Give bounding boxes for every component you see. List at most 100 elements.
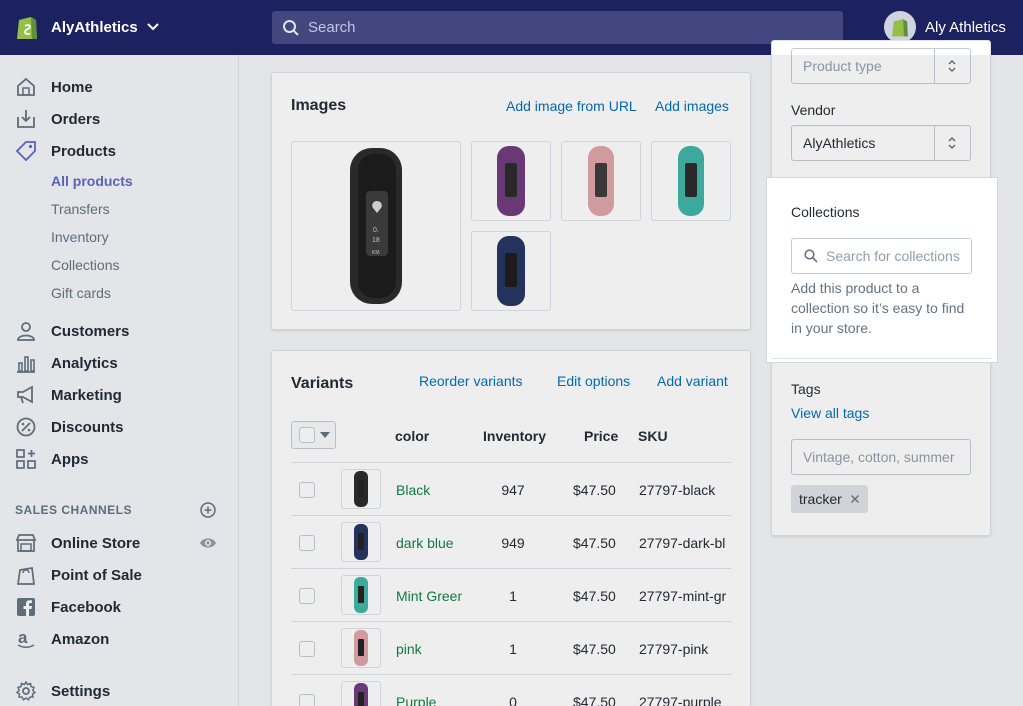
variant-thumbnail[interactable] — [341, 469, 381, 509]
view-all-tags-link[interactable]: View all tags — [791, 405, 869, 421]
sidebar-item-products[interactable]: Products — [0, 137, 239, 165]
sidebar-item-discounts[interactable]: Discounts — [0, 413, 239, 441]
table-row[interactable]: Black 947 $47.50 27797-black — [291, 462, 731, 515]
store-switcher[interactable]: AlyAthletics — [15, 13, 160, 41]
bar-chart-icon — [17, 356, 35, 373]
collections-help-text: Add this product to a collection so it’s… — [791, 280, 965, 336]
vendor-value: AlyAthletics — [803, 135, 876, 151]
facebook-icon — [17, 598, 35, 616]
sidebar-item-analytics[interactable]: Analytics — [0, 349, 239, 377]
variant-name-link[interactable]: dark blue — [396, 535, 462, 551]
product-image-blue[interactable] — [471, 231, 551, 311]
fitness-band-image — [588, 146, 614, 216]
sidebar-item-label: Online Store — [51, 534, 141, 552]
variant-name-link[interactable]: pink — [396, 641, 462, 657]
sidebar-item-customers[interactable]: Customers — [0, 317, 239, 345]
store-icon — [15, 534, 37, 552]
sidebar-item-apps[interactable]: Apps — [0, 445, 239, 473]
row-checkbox[interactable] — [299, 482, 315, 498]
tag-chip: tracker — [791, 485, 868, 513]
bulk-select-dropdown[interactable] — [291, 421, 336, 449]
sidebar-item-marketing[interactable]: Marketing — [0, 381, 239, 409]
sidebar-item-label: Amazon — [51, 630, 110, 648]
sales-channels-heading: SALES CHANNELS — [15, 503, 133, 517]
variant-inventory: 1 — [509, 641, 517, 657]
search-input[interactable] — [308, 19, 828, 36]
vendor-select[interactable]: AlyAthletics — [791, 125, 971, 161]
search-icon — [283, 19, 299, 36]
row-checkbox[interactable] — [299, 588, 315, 604]
collections-search-field[interactable] — [791, 238, 972, 274]
reorder-variants-link[interactable]: Reorder variants — [419, 373, 523, 389]
row-checkbox[interactable] — [299, 641, 315, 657]
amazon-icon: a — [17, 628, 35, 649]
sidebar-channel-amazon[interactable]: a Amazon — [0, 625, 239, 653]
sidebar-item-label: Products — [51, 142, 117, 160]
shopify-logo-icon — [17, 17, 37, 39]
svg-text:a: a — [18, 628, 28, 647]
table-row[interactable]: Mint Green 1 $47.50 27797-mint-gr — [291, 568, 731, 621]
table-row[interactable]: dark blue 949 $47.50 27797-dark-bl — [291, 515, 731, 568]
sidebar-subitem-collections[interactable]: Collections — [51, 257, 119, 273]
sidebar-subitem-inventory[interactable]: Inventory — [51, 229, 109, 245]
variant-name-link[interactable]: Mint Green — [396, 588, 462, 604]
sidebar-subitem-gift-cards[interactable]: Gift cards — [51, 285, 111, 301]
add-variant-link[interactable]: Add variant — [657, 373, 728, 389]
sidebar-channel-point-of-sale[interactable]: Point of Sale — [0, 561, 239, 589]
close-icon[interactable] — [850, 494, 860, 504]
edit-options-link[interactable]: Edit options — [557, 373, 630, 389]
table-row[interactable]: Purple 0 $47.50 27797-purple — [291, 674, 731, 706]
search-icon — [804, 249, 818, 263]
variant-thumbnail[interactable] — [341, 628, 381, 668]
product-image-pink[interactable] — [561, 141, 641, 221]
overlay-dim — [997, 178, 1023, 362]
column-header-color: color — [395, 428, 430, 444]
product-image-purple[interactable] — [471, 141, 551, 221]
user-menu[interactable]: Aly Athletics — [884, 11, 1006, 43]
add-channel-icon[interactable] — [200, 502, 216, 518]
discount-icon — [16, 417, 36, 437]
variant-thumbnail[interactable] — [341, 522, 381, 562]
eye-icon[interactable] — [199, 536, 217, 550]
sidebar-item-label: Analytics — [51, 354, 118, 372]
variant-name-link[interactable]: Black — [396, 482, 462, 498]
global-search — [272, 11, 843, 44]
variant-price: $47.50 — [573, 482, 616, 498]
table-row[interactable]: pink 1 $47.50 27797-pink — [291, 621, 731, 674]
tags-input[interactable] — [803, 449, 963, 465]
variants-title: Variants — [291, 375, 354, 392]
sidebar-item-settings[interactable]: Settings — [0, 677, 239, 705]
tags-field[interactable] — [791, 439, 971, 475]
sidebar-channel-facebook[interactable]: Facebook — [0, 593, 239, 621]
sidebar-subitem-transfers[interactable]: Transfers — [51, 201, 110, 217]
caret-down-icon — [320, 432, 330, 438]
fitness-band-image — [497, 146, 525, 216]
product-type-select[interactable]: Product type — [791, 48, 971, 84]
variant-inventory: 947 — [501, 482, 525, 498]
variant-price: $47.50 — [573, 694, 616, 706]
product-type-placeholder: Product type — [803, 58, 882, 74]
sidebar-item-label: Customers — [51, 322, 130, 340]
column-header-inventory: Inventory — [483, 428, 547, 444]
collections-search-input[interactable] — [826, 248, 966, 264]
select-all-checkbox[interactable] — [299, 427, 315, 443]
row-checkbox[interactable] — [299, 535, 315, 551]
variant-thumbnail[interactable] — [341, 681, 381, 706]
column-header-sku: SKU — [638, 428, 668, 444]
variant-price: $47.50 — [573, 535, 616, 551]
sidebar-item-orders[interactable]: Orders — [0, 105, 239, 133]
home-icon — [17, 77, 35, 96]
product-image-mint[interactable] — [651, 141, 731, 221]
sidebar-item-home[interactable]: Home — [0, 73, 239, 101]
add-image-from-url-link[interactable]: Add image from URL — [506, 98, 637, 114]
row-checkbox[interactable] — [299, 694, 315, 706]
select-divider — [934, 49, 935, 83]
add-images-link[interactable]: Add images — [655, 98, 729, 114]
product-image-main[interactable]: 0. 18 KM — [291, 141, 461, 311]
chevron-down-icon — [146, 23, 159, 31]
fitness-band-image — [354, 683, 368, 706]
variant-name-link[interactable]: Purple — [396, 694, 462, 706]
sidebar-item-label: Point of Sale — [51, 566, 142, 584]
variant-thumbnail[interactable] — [341, 575, 381, 615]
sidebar-subitem-all-products[interactable]: All products — [51, 173, 133, 189]
